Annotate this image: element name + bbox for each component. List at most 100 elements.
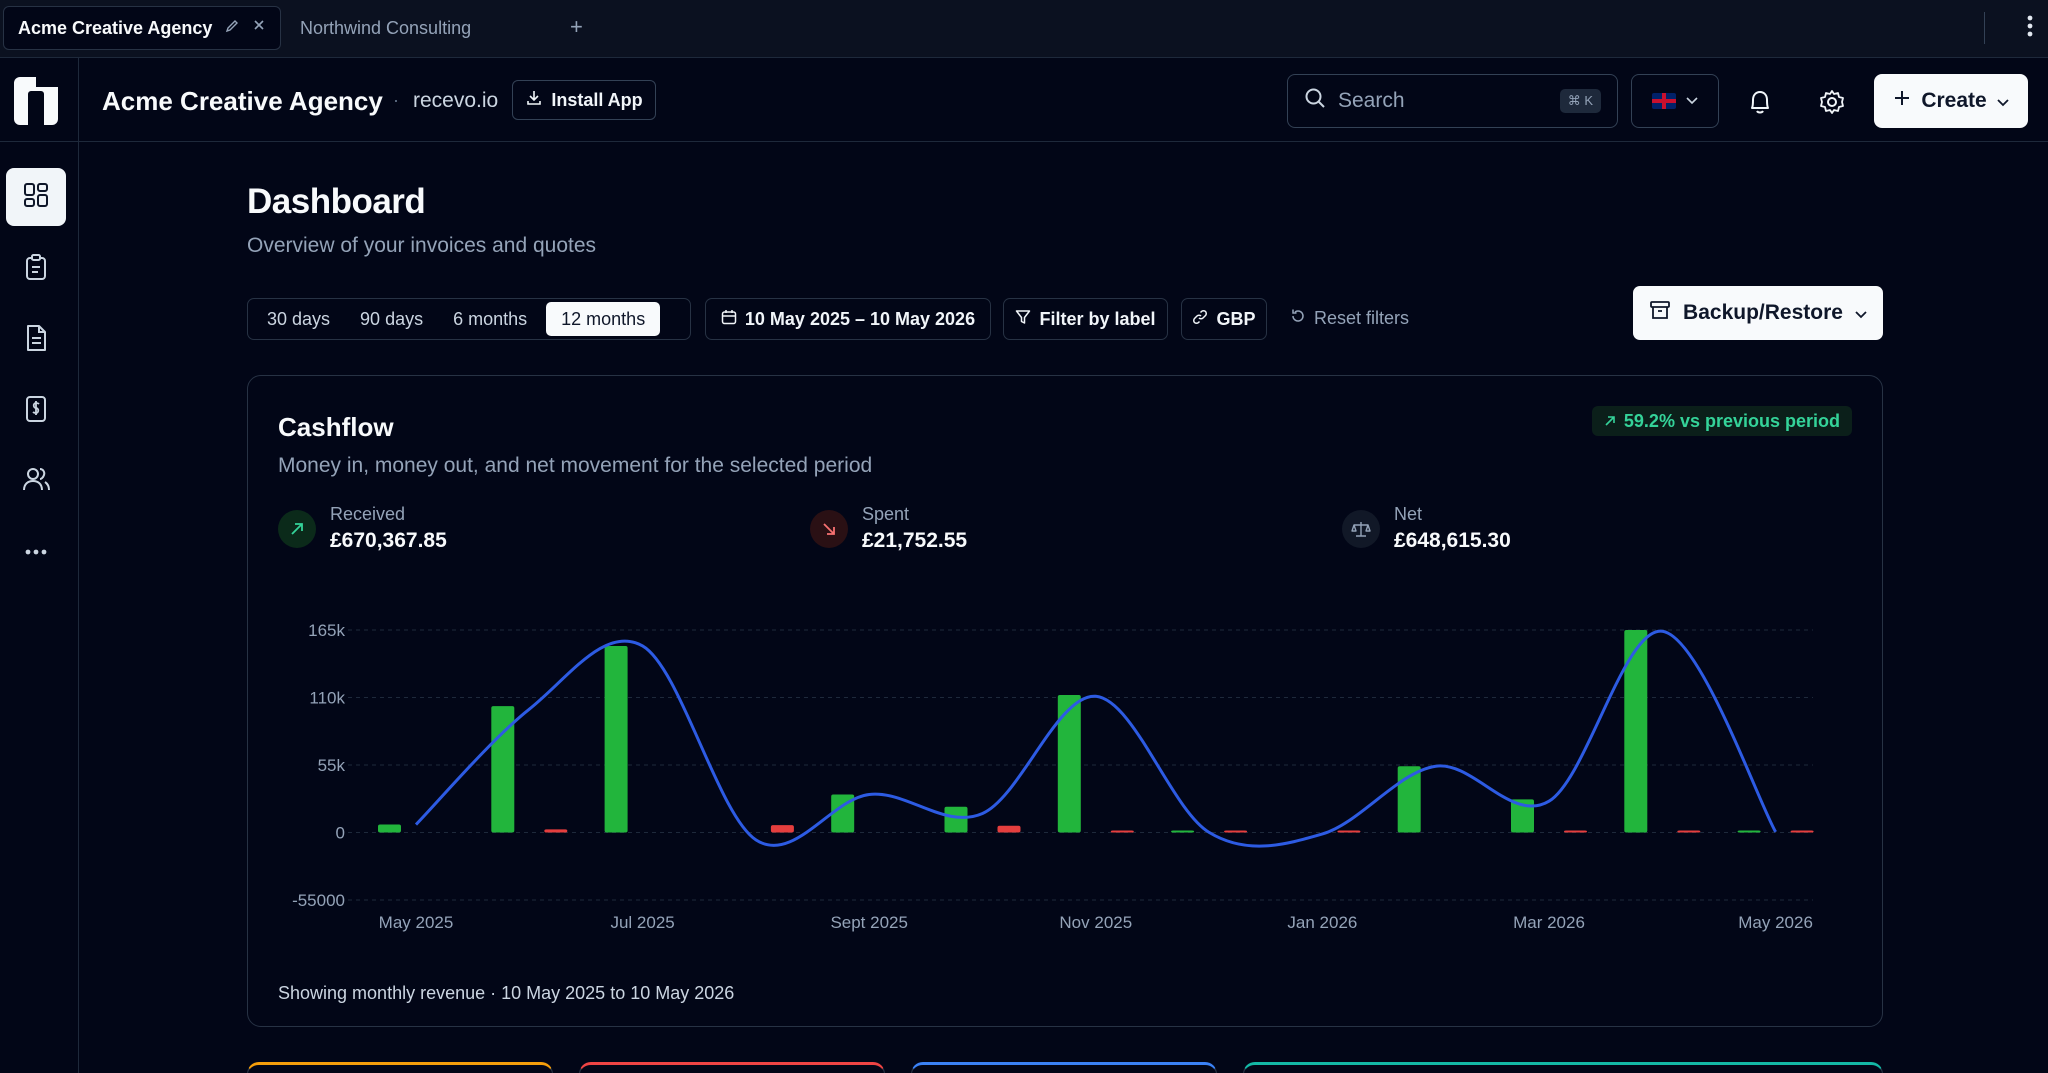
filter-funnel-icon bbox=[1015, 309, 1031, 330]
y-tick-label: 0 bbox=[336, 824, 345, 843]
bar-spent bbox=[1224, 830, 1248, 833]
settings-gear-icon[interactable] bbox=[1812, 82, 1852, 122]
range-6-months[interactable]: 6 months bbox=[438, 302, 542, 336]
summary-card bbox=[579, 1062, 885, 1073]
x-tick-label: Jan 2026 bbox=[1287, 913, 1357, 932]
dashboard-icon bbox=[22, 181, 50, 214]
cashflow-chart: 165k 110k 55k 0 -55000 May 2025 Jul 2025 Sept 2… bbox=[292, 621, 1814, 932]
bar-spent bbox=[1110, 830, 1134, 833]
title-separator: · bbox=[393, 90, 399, 110]
date-range-picker[interactable]: 10 May 2025 – 10 May 2026 bbox=[705, 298, 991, 340]
x-tick-label: Mar 2026 bbox=[1513, 913, 1585, 932]
create-button[interactable]: Create bbox=[1874, 74, 2028, 128]
more-vertical-icon[interactable] bbox=[2026, 14, 2034, 42]
sidebar-item-documents[interactable] bbox=[6, 311, 66, 369]
notifications-bell-icon[interactable] bbox=[1740, 82, 1780, 122]
filter-by-label-button[interactable]: Filter by label bbox=[1003, 298, 1168, 340]
download-icon bbox=[525, 89, 543, 112]
divider bbox=[1984, 12, 1985, 44]
chevron-down-icon bbox=[1855, 301, 1867, 325]
tab-label: Acme Creative Agency bbox=[18, 17, 213, 38]
bar-received bbox=[1737, 830, 1761, 833]
chart-footnote: Showing monthly revenue · 10 May 2025 to… bbox=[278, 983, 735, 1003]
range-30-days[interactable]: 30 days bbox=[252, 302, 345, 336]
tab-acme[interactable]: Acme Creative Agency bbox=[3, 6, 281, 50]
x-tick-label: Jul 2025 bbox=[610, 913, 674, 932]
stat-net: Net £648,615.30 bbox=[1342, 504, 1511, 553]
document-icon bbox=[24, 324, 48, 357]
stat-value: £21,752.55 bbox=[862, 529, 968, 552]
bar-received bbox=[378, 824, 401, 833]
date-range-label: 10 May 2025 – 10 May 2026 bbox=[744, 308, 976, 329]
app-logo[interactable] bbox=[14, 77, 58, 125]
clipboard-icon bbox=[23, 253, 49, 286]
search-icon bbox=[1304, 87, 1326, 115]
bar-spent bbox=[1337, 830, 1361, 833]
y-tick-label: 110k bbox=[309, 689, 345, 708]
stat-label: Net bbox=[1394, 504, 1423, 524]
link-icon bbox=[1192, 309, 1208, 330]
search-input[interactable]: Search ⌘ K bbox=[1287, 74, 1618, 128]
sidebar-item-more[interactable] bbox=[6, 523, 66, 581]
stat-value: £648,615.30 bbox=[1394, 529, 1511, 552]
arrow-up-right-icon bbox=[278, 509, 316, 548]
arrow-down-right-icon bbox=[810, 509, 848, 548]
reset-filters-button[interactable]: Reset filters bbox=[1290, 308, 1409, 329]
workspace-domain[interactable]: recevo.io bbox=[413, 89, 498, 113]
range-12-months[interactable]: 12 months bbox=[546, 302, 661, 336]
reset-filters-label: Reset filters bbox=[1314, 308, 1410, 328]
invoice-icon bbox=[24, 395, 48, 428]
x-tick-label: Sept 2025 bbox=[830, 913, 908, 932]
scale-icon bbox=[1342, 509, 1380, 548]
app-header: Acme Creative Agency · recevo.io Install… bbox=[0, 58, 2048, 142]
currency-button[interactable]: GBP bbox=[1181, 298, 1267, 340]
stat-received: Received £670,367.85 bbox=[278, 504, 447, 553]
backup-restore-label: Backup/Restore bbox=[1683, 301, 1843, 324]
stat-spent: Spent £21,752.55 bbox=[810, 504, 967, 553]
sidebar-item-invoices[interactable] bbox=[6, 382, 66, 440]
currency-label: GBP bbox=[1216, 308, 1256, 329]
tab-label: Northwind Consulting bbox=[300, 17, 472, 38]
language-selector[interactable] bbox=[1631, 74, 1719, 128]
workspace-title: Acme Creative Agency bbox=[102, 86, 383, 116]
period-range-selector: 30 days 90 days 6 months 12 months bbox=[247, 298, 691, 340]
close-icon[interactable] bbox=[252, 18, 266, 38]
bar-spent bbox=[1677, 830, 1701, 833]
bar-spent bbox=[770, 825, 794, 833]
calendar-icon bbox=[721, 309, 737, 330]
sidebar-item-clients[interactable] bbox=[6, 452, 66, 510]
x-tick-label: May 2026 bbox=[1738, 913, 1813, 932]
card-title: Cashflow bbox=[278, 412, 394, 442]
trend-label: 59.2% vs previous period bbox=[1623, 410, 1840, 431]
chevron-down-icon bbox=[1997, 89, 2009, 113]
bar-received bbox=[1171, 830, 1195, 833]
new-tab-plus-icon[interactable]: + bbox=[570, 14, 583, 40]
sidebar-item-dashboard[interactable] bbox=[6, 168, 66, 226]
uk-flag-icon bbox=[1652, 93, 1676, 109]
bar-spent bbox=[1790, 830, 1814, 833]
card-subtitle: Money in, money out, and net movement fo… bbox=[278, 454, 873, 477]
edit-icon[interactable] bbox=[224, 18, 240, 38]
window-tab-strip: Acme Creative Agency Northwind Consultin… bbox=[0, 0, 2048, 58]
sidebar-item-quotes[interactable] bbox=[6, 240, 66, 298]
install-app-button[interactable]: Install App bbox=[512, 80, 656, 120]
range-90-days[interactable]: 90 days bbox=[345, 302, 438, 336]
users-icon bbox=[21, 465, 51, 498]
bar-spent bbox=[1564, 830, 1587, 833]
bar-received bbox=[944, 806, 968, 833]
summary-card bbox=[247, 1062, 553, 1073]
y-tick-label: 55k bbox=[318, 756, 346, 775]
tab-northwind[interactable]: Northwind Consulting bbox=[286, 6, 566, 50]
bar-spent bbox=[544, 829, 568, 833]
more-horizontal-icon bbox=[24, 543, 48, 561]
page-title: Dashboard bbox=[247, 182, 426, 221]
filter-by-label-text: Filter by label bbox=[1039, 308, 1156, 329]
plus-icon bbox=[1893, 89, 1911, 113]
bar-spent bbox=[997, 825, 1021, 833]
x-tick-label: Nov 2025 bbox=[1059, 913, 1132, 932]
stat-label: Received bbox=[330, 504, 406, 524]
search-shortcut-badge: ⌘ K bbox=[1559, 89, 1601, 113]
backup-restore-button[interactable]: Backup/Restore bbox=[1633, 286, 1883, 340]
y-tick-label: -55000 bbox=[292, 891, 345, 910]
stat-value: £670,367.85 bbox=[330, 529, 447, 552]
